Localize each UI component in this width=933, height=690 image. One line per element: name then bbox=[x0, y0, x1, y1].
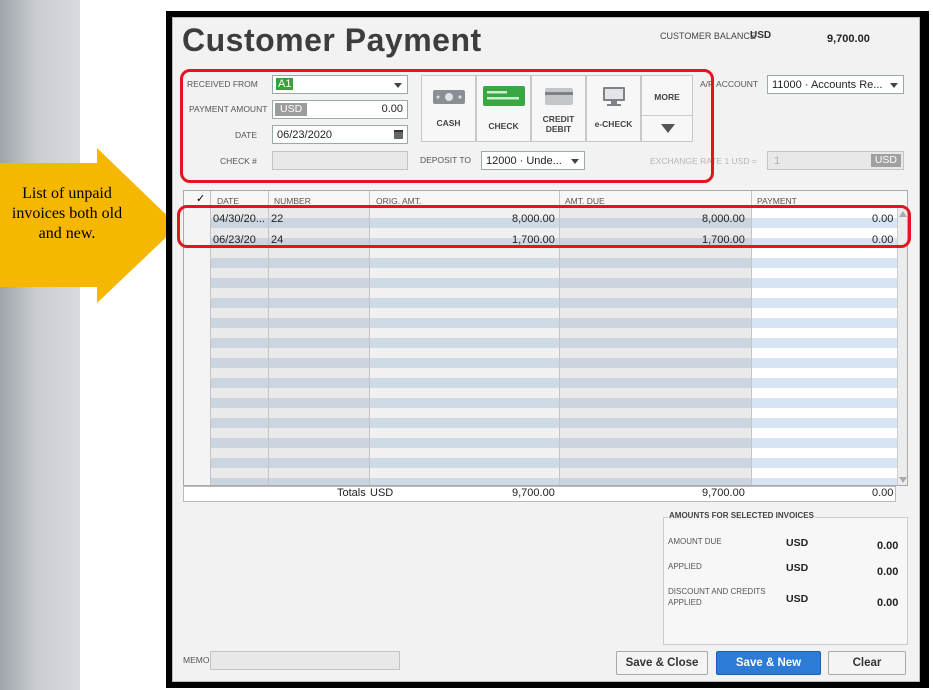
exchange-rate-currency: USD bbox=[870, 154, 901, 167]
vertical-scrollbar[interactable] bbox=[897, 208, 907, 485]
select-all-checkmark-icon[interactable]: ✓ bbox=[196, 192, 205, 205]
memo-label: MEMO bbox=[183, 655, 210, 665]
discount-currency: USD bbox=[786, 593, 809, 605]
exchange-rate-field[interactable]: 1 USD bbox=[767, 151, 904, 170]
page-title: Customer Payment bbox=[182, 22, 482, 58]
customer-balance-label: CUSTOMER BALANCE bbox=[660, 31, 756, 41]
column-shade bbox=[369, 208, 559, 485]
discount-value: 0.00 bbox=[877, 597, 899, 609]
amount-due-value: 0.00 bbox=[877, 540, 899, 552]
totals-payment: 0.00 bbox=[872, 487, 894, 499]
totals-currency: USD bbox=[370, 487, 394, 499]
chevron-down-icon bbox=[890, 83, 898, 88]
amounts-panel-title: AMOUNTS FOR SELECTED INVOICES bbox=[668, 511, 815, 520]
ar-account-value: 11000 · Accounts Re... bbox=[772, 79, 883, 91]
column-shade bbox=[210, 208, 369, 485]
applied-currency: USD bbox=[786, 562, 809, 574]
totals-label: Totals bbox=[337, 487, 366, 499]
highlight-form-section bbox=[180, 69, 714, 183]
highlight-invoice-rows bbox=[177, 205, 911, 248]
discount-label-applied: APPLIED bbox=[668, 598, 702, 607]
discount-label: DISCOUNT AND CREDITS bbox=[668, 587, 766, 596]
applied-label: APPLIED bbox=[668, 562, 702, 571]
checkmark-column bbox=[184, 208, 210, 485]
exchange-rate-value: 1 bbox=[774, 155, 781, 167]
scroll-down-icon[interactable] bbox=[899, 477, 907, 483]
customer-balance-currency: USD bbox=[750, 30, 772, 41]
customer-balance-value: 9,700.00 bbox=[827, 33, 870, 45]
save-new-button[interactable]: Save & New bbox=[716, 651, 821, 675]
callout-text: List of unpaid invoices both old and new… bbox=[11, 185, 123, 242]
clear-button[interactable]: Clear bbox=[828, 651, 906, 675]
column-shade bbox=[559, 208, 751, 485]
applied-value: 0.00 bbox=[877, 566, 899, 578]
totals-orig-amt: 9,700.00 bbox=[512, 487, 555, 499]
totals-amt-due: 9,700.00 bbox=[702, 487, 745, 499]
amount-due-currency: USD bbox=[786, 537, 809, 549]
ar-account-dropdown[interactable]: 11000 · Accounts Re... bbox=[767, 75, 904, 94]
amount-due-label: AMOUNT DUE bbox=[668, 537, 722, 546]
memo-field[interactable] bbox=[210, 651, 400, 670]
save-close-button[interactable]: Save & Close bbox=[616, 651, 708, 675]
